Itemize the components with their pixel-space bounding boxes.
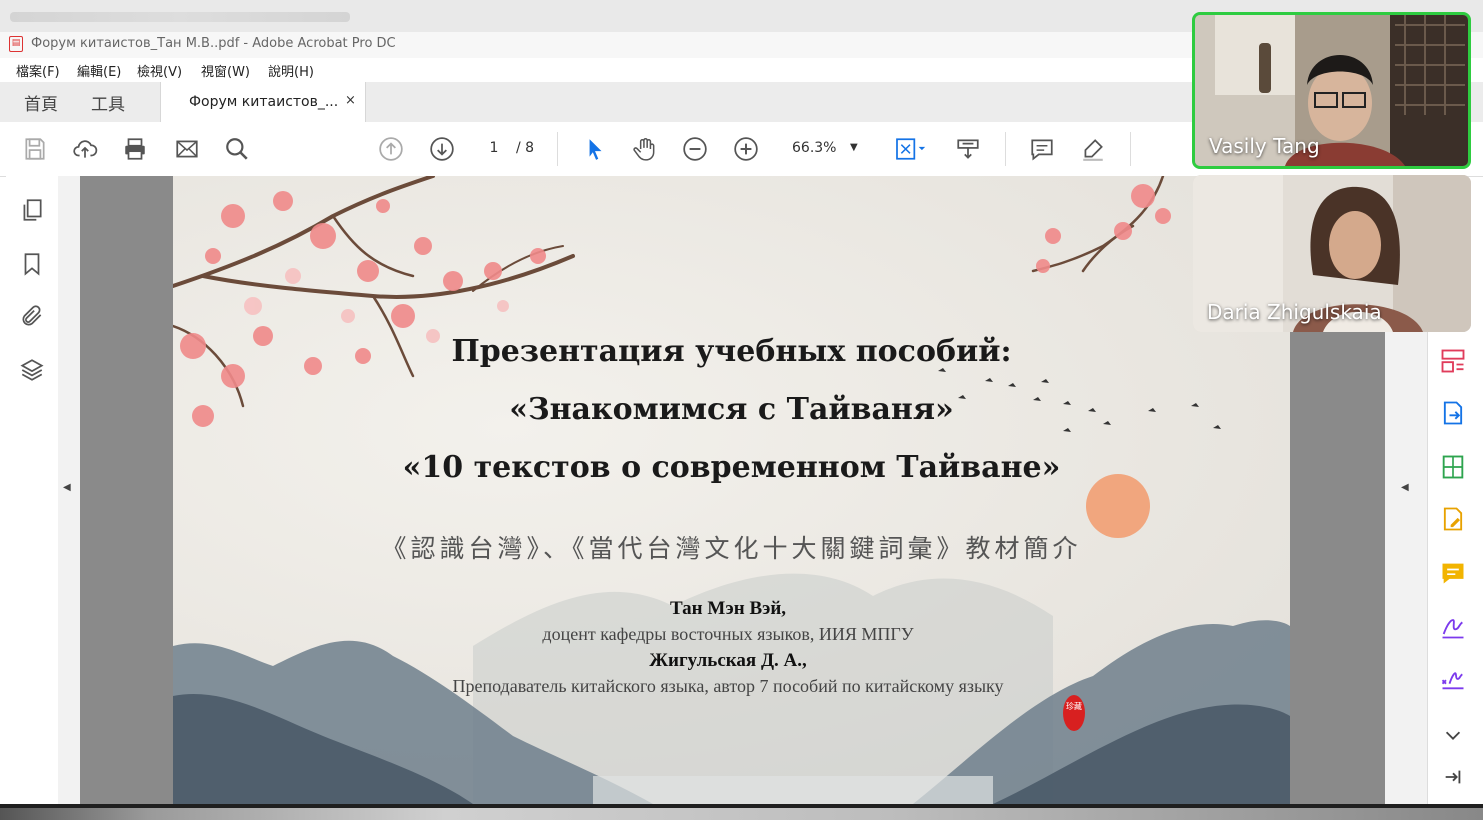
author1-name: Тан Мэн Вэй, (669, 598, 787, 619)
edit-pdf-icon[interactable] (1438, 504, 1468, 534)
layers-icon[interactable] (18, 356, 46, 384)
blurred-area (10, 12, 350, 22)
red-seal-text: 珍藏 (1066, 701, 1082, 711)
slide-title-line2: «Знакомимся с Тайваня» (509, 392, 954, 427)
zoom-level-select[interactable]: 66.3% ▼ (782, 135, 866, 161)
document-viewer[interactable]: 珍藏 Презентация учебных пособий: «Знакоми… (80, 176, 1385, 804)
toolbar-divider (1005, 132, 1006, 166)
author2-role: Преподаватель китайского языка, автор 7 … (452, 676, 1004, 696)
fill-sign-icon[interactable] (1438, 612, 1468, 642)
video-tile[interactable]: Daria Zhigulskaia (1193, 175, 1471, 332)
page-thumbnails-icon[interactable] (18, 196, 46, 224)
tab-home[interactable]: 首頁 (24, 90, 58, 115)
menu-help[interactable]: 說明(H) (268, 61, 314, 80)
collapse-pane-icon[interactable] (1438, 762, 1468, 792)
next-page-icon[interactable] (427, 134, 457, 164)
tab-document-label: Форум китаистов_... (189, 94, 339, 110)
tab-document[interactable]: Форум китаистов_... × (160, 82, 366, 123)
slide-illustration: 珍藏 (173, 176, 1290, 804)
search-icon[interactable] (222, 134, 252, 164)
attachment-icon[interactable] (18, 302, 46, 330)
video-tile-active-speaker[interactable]: Vasily Tang (1192, 12, 1471, 169)
bottom-bar (0, 804, 1483, 820)
menu-file[interactable]: 檔案(F) (16, 61, 60, 80)
zoom-in-icon[interactable] (731, 134, 761, 164)
author2-name: Жигульская Д. А., (649, 650, 807, 671)
window-title: Форум китаистов_Тан М.В..pdf - Adobe Acr… (31, 36, 396, 51)
select-cursor-icon[interactable] (580, 134, 610, 164)
organize-pages-icon[interactable] (1438, 346, 1468, 376)
fit-page-icon[interactable] (888, 134, 932, 164)
bottom-strip (0, 808, 1483, 820)
cloud-upload-icon[interactable] (70, 134, 100, 164)
chevron-down-icon[interactable] (1438, 720, 1468, 750)
menu-window[interactable]: 視窗(W) (201, 61, 250, 80)
menu-view[interactable]: 檢視(V) (137, 61, 182, 80)
menu-edit[interactable]: 編輯(E) (77, 61, 121, 80)
export-pdf-icon[interactable] (1438, 398, 1468, 428)
pdf-page: 珍藏 Презентация учебных пособий: «Знакоми… (173, 176, 1290, 804)
red-seal-stamp (1063, 695, 1085, 731)
chevron-down-icon: ▼ (850, 142, 858, 153)
request-signature-icon[interactable] (1438, 664, 1468, 694)
right-tools-pane (1427, 332, 1478, 804)
slide-subtitle-chinese: 《認識台灣》、《當代台灣文化十大關鍵詞彙》教材簡介 (381, 534, 1082, 563)
slide-title-line1: Презентация учебных пособий: (451, 334, 1012, 369)
print-icon[interactable] (120, 134, 150, 164)
previous-page-icon[interactable] (376, 134, 406, 164)
chevron-left-icon: ◀ (1401, 482, 1409, 493)
page-total: / 8 (516, 140, 535, 156)
lake (593, 776, 993, 804)
toolbar-divider (1130, 132, 1131, 166)
author1-role: доцент кафедры восточных языков, ИИЯ МПГ… (542, 624, 914, 644)
highlight-pen-icon[interactable] (1078, 134, 1108, 164)
scrolling-mode-icon[interactable] (953, 134, 983, 164)
close-tab-icon[interactable]: × (345, 93, 356, 108)
participant-name: Daria Zhigulskaia (1207, 300, 1382, 324)
chevron-left-icon: ◀ (63, 482, 71, 493)
blossoms-left-light (244, 268, 509, 343)
left-panel-collapse[interactable]: ◀ (58, 176, 80, 804)
save-icon[interactable] (20, 134, 50, 164)
pdf-file-icon: ▤ (9, 36, 23, 52)
toolbar-divider (557, 132, 558, 166)
bookmark-icon[interactable] (18, 250, 46, 278)
comment-tool-icon[interactable] (1438, 558, 1468, 588)
left-navigation-panel (6, 176, 59, 804)
zoom-out-icon[interactable] (680, 134, 710, 164)
email-icon[interactable] (172, 134, 202, 164)
compress-pdf-icon[interactable] (1438, 452, 1468, 482)
participant-name: Vasily Tang (1209, 134, 1320, 158)
tab-tools[interactable]: 工具 (91, 90, 125, 115)
zoom-level-value: 66.3% (792, 140, 837, 156)
slide-title-line3: «10 текстов о современном Тайване» (402, 450, 1061, 485)
page-number-input[interactable]: 1 (474, 135, 514, 161)
blossoms-right (1036, 184, 1171, 273)
comment-icon[interactable] (1027, 134, 1057, 164)
hand-tool-icon[interactable] (630, 134, 660, 164)
